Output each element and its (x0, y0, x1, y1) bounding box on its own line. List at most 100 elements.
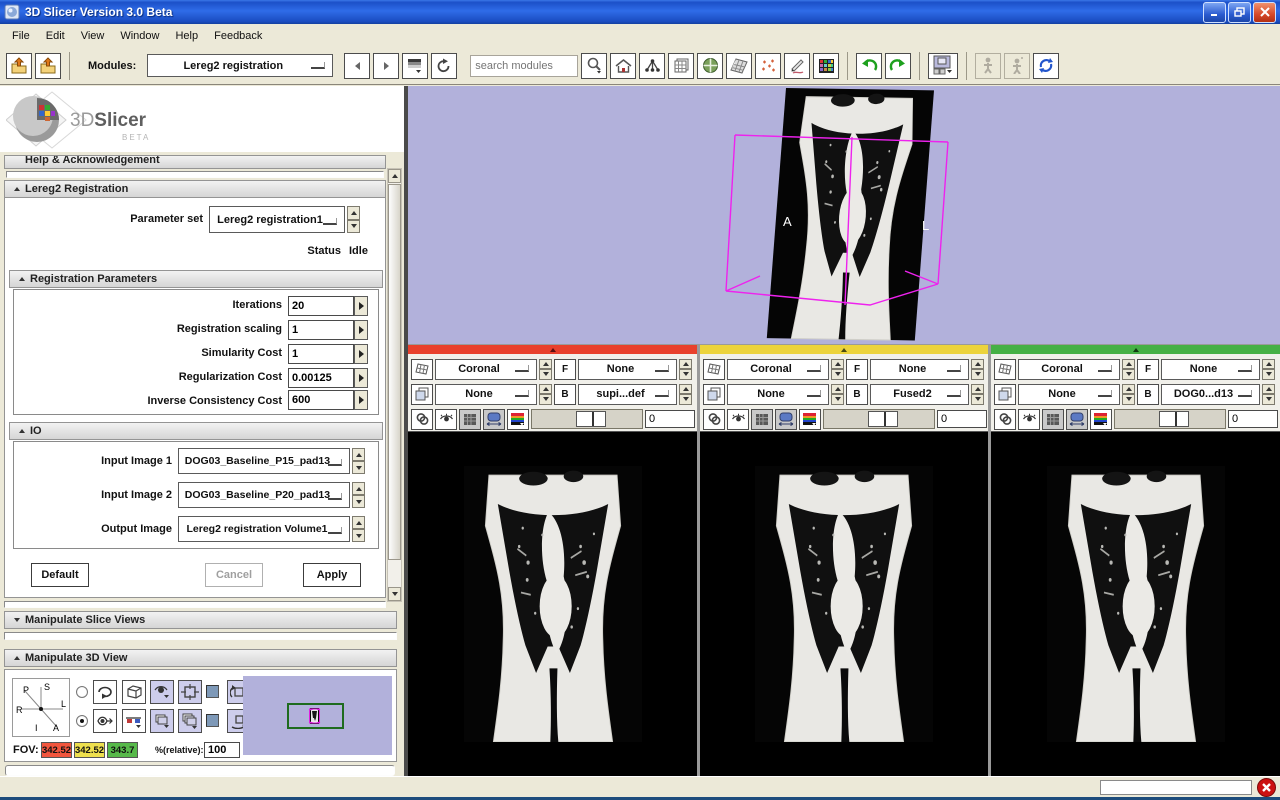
parameter-set-spinner[interactable] (347, 206, 360, 233)
registration-parameters-header[interactable]: Registration Parameters (9, 270, 383, 288)
foreground-spinner[interactable] (1262, 359, 1275, 380)
fit-to-window-button[interactable] (1066, 409, 1088, 430)
scroll-up-button[interactable] (388, 169, 401, 183)
module-section-header[interactable]: Lereg2 Registration (4, 180, 386, 198)
link-slices-button[interactable] (411, 409, 433, 430)
foreground-layer-button[interactable]: F (1137, 359, 1159, 380)
slice-plane-button[interactable] (411, 359, 433, 380)
labelmap-layer-button[interactable] (703, 384, 725, 405)
compare-view-button-2[interactable] (1004, 53, 1030, 79)
rock-checkbox[interactable] (206, 714, 219, 727)
field-arrow-button[interactable] (354, 344, 368, 364)
regularization-cost-input[interactable] (288, 368, 354, 388)
labelmap-spinner[interactable] (1122, 384, 1135, 405)
spin-down-button[interactable] (347, 220, 360, 234)
slider-thumb[interactable] (1159, 411, 1189, 427)
spin-down-button[interactable] (352, 461, 365, 474)
scrollbar-thumb[interactable] (388, 184, 401, 560)
slice-visibility-button[interactable] (435, 409, 457, 430)
foreground-layer-button[interactable]: F (554, 359, 576, 380)
help-section-header[interactable]: Help & Acknowledgement (4, 155, 386, 169)
colormap-button[interactable] (1090, 409, 1112, 430)
input-image-2-combobox[interactable]: DOG03_Baseline_P20_pad13 (178, 482, 350, 508)
label-opacity-button[interactable] (751, 409, 773, 430)
spin-down-button[interactable] (352, 495, 365, 508)
title-bar[interactable]: 3D Slicer Version 3.0 Beta (0, 0, 1280, 24)
iterations-input[interactable] (288, 296, 354, 316)
slice-bar-red[interactable] (408, 345, 697, 354)
labelmap-combobox[interactable]: None (727, 384, 829, 405)
fit-to-window-button[interactable] (483, 409, 505, 430)
spin-down-button[interactable] (539, 394, 552, 405)
spin-checkbox[interactable] (206, 685, 219, 698)
manipulate-3d-view-header[interactable]: Manipulate 3D View (4, 649, 397, 667)
navigation-preview[interactable] (243, 676, 392, 755)
screenshot-button[interactable] (150, 709, 174, 733)
orientation-spinner[interactable] (1122, 359, 1135, 380)
background-combobox[interactable]: supi...def (578, 384, 677, 405)
orientation-combobox[interactable]: Coronal (727, 359, 829, 380)
background-spinner[interactable] (971, 384, 984, 405)
compare-view-button-1[interactable] (975, 53, 1001, 79)
slice-offset-slider[interactable] (1114, 409, 1226, 429)
slice-bar-green[interactable] (991, 345, 1280, 354)
fiducials-module-button[interactable] (755, 53, 781, 79)
slice-offset-input[interactable] (937, 410, 987, 428)
save-scene-button[interactable] (35, 53, 61, 79)
io-header[interactable]: IO (9, 422, 383, 440)
input-image-1-spinner[interactable] (352, 448, 365, 474)
spin-up-button[interactable] (1122, 359, 1135, 370)
stereo-button[interactable] (122, 709, 146, 733)
background-spinner[interactable] (679, 384, 692, 405)
slice-offset-slider[interactable] (823, 409, 935, 429)
module-reload-button[interactable] (431, 53, 457, 79)
foreground-combobox[interactable]: None (578, 359, 677, 380)
orientation-combobox[interactable]: Coronal (1018, 359, 1120, 380)
spin-down-button[interactable] (539, 369, 552, 380)
parameter-set-combobox[interactable]: Lereg2 registration1 (209, 206, 345, 233)
spin-down-button[interactable] (831, 394, 844, 405)
error-dismiss-button[interactable] (1257, 778, 1276, 797)
labelmap-spinner[interactable] (831, 384, 844, 405)
background-layer-button[interactable]: B (846, 384, 868, 405)
spin-down-button[interactable] (971, 369, 984, 380)
link-slices-button[interactable] (994, 409, 1016, 430)
orientation-spinner[interactable] (831, 359, 844, 380)
field-arrow-button[interactable] (354, 296, 368, 316)
menu-view[interactable]: View (73, 26, 113, 46)
foreground-spinner[interactable] (679, 359, 692, 380)
slider-thumb[interactable] (576, 411, 606, 427)
cancel-button[interactable]: Cancel (205, 563, 263, 587)
volumes-module-button[interactable] (697, 53, 723, 79)
look-from-button[interactable] (93, 709, 117, 733)
input-image-2-spinner[interactable] (352, 482, 365, 508)
center-view-button[interactable] (178, 680, 202, 704)
inverse-consistency-cost-input[interactable] (288, 390, 354, 410)
background-layer-button[interactable]: B (554, 384, 576, 405)
measurements-module-button[interactable] (784, 53, 810, 79)
field-arrow-button[interactable] (354, 390, 368, 410)
refresh-view-button[interactable] (1033, 53, 1059, 79)
navigation-zoom-rect[interactable] (287, 703, 344, 729)
spin-up-button[interactable] (539, 359, 552, 370)
relative-percent-input[interactable] (204, 742, 240, 758)
spin-down-button[interactable] (1262, 369, 1275, 380)
spin-up-button[interactable] (679, 359, 692, 370)
spin-up-button[interactable] (1262, 359, 1275, 370)
slice-visibility-button[interactable] (1018, 409, 1040, 430)
error-message-field[interactable] (1100, 780, 1252, 795)
apply-button[interactable]: Apply (303, 563, 361, 587)
spin-up-button[interactable] (539, 384, 552, 395)
view-3d[interactable]: A L (408, 86, 1280, 344)
spin-up-button[interactable] (831, 384, 844, 395)
background-spinner[interactable] (1262, 384, 1275, 405)
spin-up-button[interactable] (1262, 384, 1275, 395)
simularity-cost-input[interactable] (288, 344, 354, 364)
link-slices-button[interactable] (703, 409, 725, 430)
orientation-combobox[interactable]: Coronal (435, 359, 537, 380)
menu-help[interactable]: Help (167, 26, 206, 46)
labelmap-combobox[interactable]: None (435, 384, 537, 405)
registration-scaling-input[interactable] (288, 320, 354, 340)
spin-up-button[interactable] (352, 516, 365, 529)
menu-file[interactable]: File (4, 26, 38, 46)
